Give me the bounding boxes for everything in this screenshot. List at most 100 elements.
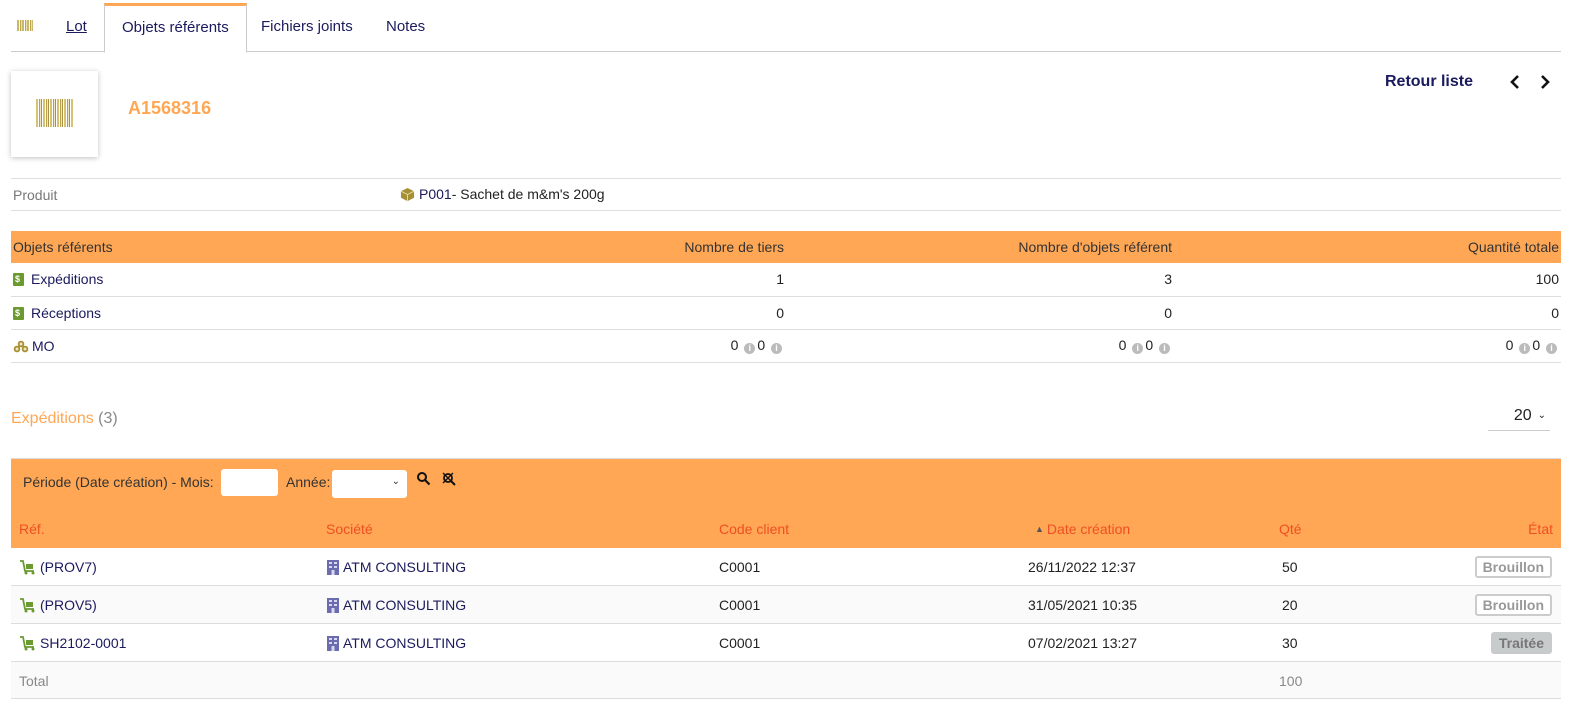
search-icon bbox=[417, 472, 431, 486]
status-badge: Brouillon bbox=[1474, 556, 1552, 578]
total-qty: 100 bbox=[1279, 673, 1303, 689]
info-icon[interactable]: i bbox=[1132, 343, 1144, 354]
summary-row: Expéditions 1 3 100 bbox=[11, 263, 1561, 297]
company-cell: ATM CONSULTING bbox=[327, 635, 466, 651]
col-creation-date[interactable]: ▲ Date création bbox=[1035, 521, 1130, 537]
summary-link-receptions[interactable]: Réceptions bbox=[13, 305, 101, 321]
tab-referent-objects[interactable]: Objets référents bbox=[104, 3, 247, 53]
tab-attached-files[interactable]: Fichiers joints bbox=[244, 3, 370, 52]
company-name: ATM CONSULTING bbox=[343, 597, 467, 613]
chevron-right-icon bbox=[1541, 75, 1550, 89]
building-icon bbox=[327, 559, 339, 575]
summary-name: Réceptions bbox=[31, 304, 102, 321]
client-code: C0001 bbox=[719, 597, 761, 613]
col-client-code[interactable]: Code client bbox=[719, 521, 789, 537]
quantity: 20 bbox=[1282, 597, 1298, 613]
summary-objects: 0 bbox=[786, 296, 1174, 330]
summary-qty: 0 i0 i bbox=[1174, 329, 1561, 363]
expeditions-section-title: Expéditions (3) bbox=[11, 410, 118, 428]
search-button[interactable] bbox=[416, 471, 434, 489]
summary-row: Réceptions 0 0 0 bbox=[11, 296, 1561, 330]
page-size-select[interactable]: 20 ⌄ bbox=[1488, 404, 1550, 431]
mo-objects-value-2: 0 bbox=[1145, 337, 1154, 353]
ref-cell: (PROV5) bbox=[19, 597, 97, 613]
company-cell: ATM CONSULTING bbox=[327, 559, 466, 575]
summary-header-row: Objets référents Nombre de tiers Nombre … bbox=[11, 231, 1561, 263]
tab-lot-icon[interactable] bbox=[11, 3, 39, 52]
chevron-down-icon: ⌄ bbox=[1537, 410, 1546, 421]
shipment-dolly-icon bbox=[20, 597, 35, 612]
clear-filter-button[interactable] bbox=[441, 471, 459, 489]
summary-tiers: 1 bbox=[531, 263, 786, 297]
year-select[interactable]: ⌄ bbox=[332, 470, 407, 498]
mo-objects-value-1: 0 bbox=[1118, 337, 1127, 353]
summary-tiers: 0 i0 i bbox=[531, 329, 786, 363]
col-company[interactable]: Société bbox=[326, 521, 373, 537]
section-count: (3) bbox=[98, 410, 118, 427]
barcode-icon bbox=[36, 99, 74, 127]
table-row: (PROV5) ATM CONSULTING C0001 31/05/2021 10:… bbox=[11, 586, 1561, 624]
month-input[interactable] bbox=[221, 469, 278, 496]
expeditions-filter-header: Période (Date création) - Mois: Année: ⌄… bbox=[11, 458, 1561, 548]
product-label: Produit bbox=[13, 187, 58, 203]
shipment-dolly-icon bbox=[20, 559, 35, 574]
summary-objects: 3 bbox=[786, 263, 1174, 297]
tab-lot[interactable]: Lot bbox=[49, 3, 104, 52]
lot-photo bbox=[11, 71, 98, 157]
product-box-icon bbox=[400, 187, 415, 201]
company-link[interactable]: ATM CONSULTING bbox=[327, 635, 466, 651]
previous-record-button[interactable] bbox=[1507, 72, 1523, 92]
product-ref-link[interactable]: P001 bbox=[419, 186, 452, 202]
info-icon[interactable]: i bbox=[771, 343, 782, 354]
info-icon[interactable]: i bbox=[1546, 343, 1557, 354]
col-creation-date-label: Date création bbox=[1046, 521, 1131, 537]
shipment-ref: SH2102-0001 bbox=[40, 635, 127, 651]
total-label: Total bbox=[19, 673, 49, 689]
product-name: - Sachet de m&m's 200g bbox=[451, 186, 605, 202]
company-link[interactable]: ATM CONSULTING bbox=[327, 597, 466, 613]
shipment-ref-link[interactable]: SH2102-0001 bbox=[19, 635, 126, 651]
summary-objects: 0 i0 i bbox=[786, 329, 1174, 363]
company-link[interactable]: ATM CONSULTING bbox=[327, 559, 466, 575]
mo-qty-value-1: 0 bbox=[1505, 337, 1514, 353]
summary-link-mo[interactable]: MO bbox=[13, 338, 55, 354]
period-label: Période (Date création) - Mois: bbox=[23, 474, 214, 490]
mo-tiers-value-2: 0 bbox=[757, 337, 766, 353]
shipment-ref-link[interactable]: (PROV5) bbox=[19, 597, 97, 613]
chevron-down-icon: ⌄ bbox=[391, 476, 400, 487]
info-icon[interactable]: i bbox=[1159, 343, 1170, 354]
col-referent-objects: Objets référents bbox=[11, 231, 531, 263]
company-name: ATM CONSULTING bbox=[343, 559, 467, 575]
shipment-ref-link[interactable]: (PROV7) bbox=[19, 559, 97, 575]
summary-qty: 0 bbox=[1174, 296, 1561, 330]
mo-tiers-value-1: 0 bbox=[730, 337, 739, 353]
status-badge: Brouillon bbox=[1474, 594, 1552, 616]
status-badge: Traitée bbox=[1490, 632, 1552, 654]
summary-name: MO bbox=[32, 337, 55, 354]
creation-date: 31/05/2021 10:35 bbox=[1028, 597, 1137, 613]
back-to-list-link[interactable]: Retour liste bbox=[1385, 73, 1473, 91]
next-record-button[interactable] bbox=[1537, 72, 1553, 92]
summary-link-expeditions[interactable]: Expéditions bbox=[13, 271, 103, 287]
col-status[interactable]: État bbox=[1528, 521, 1553, 537]
clear-search-icon bbox=[442, 472, 456, 486]
col-qty[interactable]: Qté bbox=[1279, 521, 1302, 537]
creation-date: 07/02/2021 13:27 bbox=[1028, 635, 1137, 651]
summary-qty: 100 bbox=[1174, 263, 1561, 297]
table-row: (PROV7) ATM CONSULTING C0001 26/11/2022 12:… bbox=[11, 548, 1561, 586]
product-field-row: Produit P001 - Sachet de m&m's 200g bbox=[11, 178, 1561, 211]
client-code: C0001 bbox=[719, 559, 761, 575]
year-label: Année: bbox=[286, 474, 331, 490]
company-name: ATM CONSULTING bbox=[343, 635, 467, 651]
tab-notes[interactable]: Notes bbox=[369, 3, 442, 52]
info-icon[interactable]: i bbox=[1519, 343, 1531, 354]
info-icon[interactable]: i bbox=[744, 343, 756, 354]
col-ref[interactable]: Réf. bbox=[19, 521, 45, 537]
product-value: P001 - Sachet de m&m's 200g bbox=[400, 186, 605, 202]
shipment-ref: (PROV5) bbox=[40, 597, 97, 613]
ref-cell: (PROV7) bbox=[19, 559, 97, 575]
lot-ref-title: A1568316 bbox=[128, 98, 212, 118]
barcode-icon bbox=[17, 20, 33, 32]
ref-cell: SH2102-0001 bbox=[19, 635, 126, 651]
referent-objects-summary-table: Objets référents Nombre de tiers Nombre … bbox=[11, 231, 1561, 363]
